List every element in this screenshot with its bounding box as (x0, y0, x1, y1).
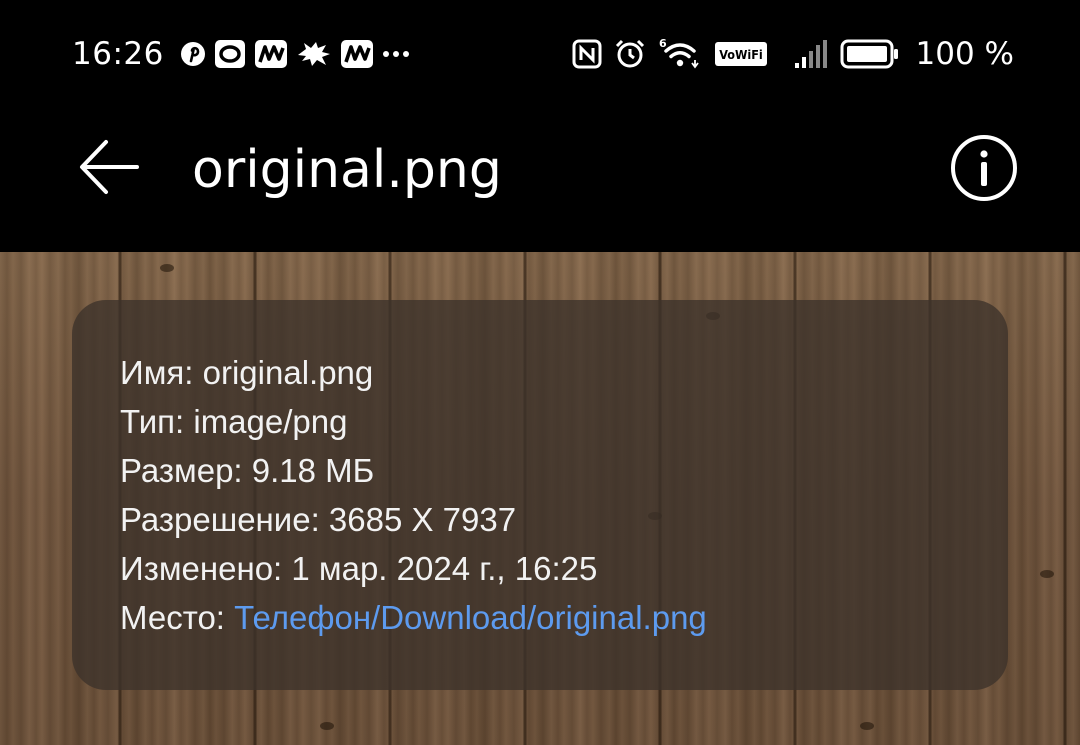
detail-name-value: original.png (202, 354, 374, 391)
file-details-panel: Имя: original.png Тип: image/png Размер:… (72, 300, 1008, 690)
wood-knot (860, 722, 874, 730)
detail-type-value: image/png (193, 403, 348, 440)
page-title: original.png (192, 140, 502, 200)
detail-modified-label: Изменено: (120, 550, 283, 587)
info-button[interactable] (950, 134, 1018, 202)
detail-location: Место: Телефон/Download/original.png (120, 593, 1008, 642)
detail-modified-value: 1 мар. 2024 г., 16:25 (291, 550, 598, 587)
status-left: 16:26 (72, 34, 410, 74)
battery-percent: 100 % (915, 36, 1014, 72)
status-bar: 16:26 6 VoWiFi 100 % (0, 0, 1080, 110)
detail-resolution-value: 3685 X 7937 (328, 501, 517, 538)
wood-knot (160, 264, 174, 272)
vowifi-label: VoWiFi (719, 47, 763, 62)
m-app-icon (254, 39, 288, 69)
back-button[interactable] (76, 138, 142, 196)
info-icon (951, 135, 1017, 201)
detail-type-label: Тип: (120, 403, 185, 440)
detail-type: Тип: image/png (120, 397, 1008, 446)
detail-size-value: 9.18 МБ (251, 452, 375, 489)
detail-resolution: Разрешение: 3685 X 7937 (120, 495, 1008, 544)
dragon-app-icon (296, 39, 332, 69)
wood-knot (1040, 570, 1054, 578)
wifi-6-icon: 6 (658, 37, 702, 71)
detail-location-label: Место: (120, 599, 225, 636)
app-o-icon (214, 39, 246, 69)
vowifi-icon: VoWiFi (714, 41, 768, 67)
status-right: 6 VoWiFi 100 % (572, 34, 1014, 74)
wifi-6-label: 6 (659, 37, 667, 50)
detail-size-label: Размер: (120, 452, 243, 489)
pinterest-icon (180, 41, 206, 67)
status-time: 16:26 (72, 36, 164, 72)
wood-knot (320, 722, 334, 730)
battery-icon (840, 39, 900, 69)
detail-name: Имя: original.png (120, 348, 1008, 397)
detail-name-label: Имя: (120, 354, 194, 391)
alarm-icon (614, 38, 646, 70)
arrow-left-icon (80, 140, 139, 194)
m-app-icon (340, 39, 374, 69)
app-bar: original.png (0, 110, 1080, 252)
detail-size: Размер: 9.18 МБ (120, 446, 1008, 495)
location-link[interactable]: Телефон/Download/original.png (234, 599, 707, 636)
detail-modified: Изменено: 1 мар. 2024 г., 16:25 (120, 544, 1008, 593)
more-dots-icon (382, 49, 410, 59)
detail-resolution-label: Разрешение: (120, 501, 320, 538)
signal-icon (794, 39, 828, 69)
nfc-icon (572, 39, 602, 69)
